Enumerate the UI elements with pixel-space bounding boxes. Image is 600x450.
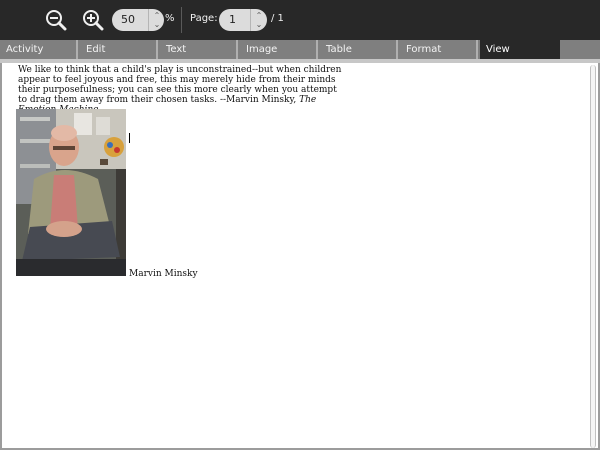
page-total: / 1 — [271, 13, 284, 24]
zoom-unit: % — [165, 13, 175, 24]
spin-down-icon[interactable]: ⌄ — [154, 20, 161, 29]
spin-down-icon[interactable]: ⌄ — [256, 20, 263, 29]
tab-bar: Activity Edit Text Image Table Format Vi… — [0, 40, 600, 59]
spin-up-icon[interactable]: ⌃ — [256, 11, 263, 20]
portrait-photo[interactable] — [16, 109, 126, 276]
zoom-spinner[interactable]: ⌃ ⌄ — [148, 9, 165, 31]
text-cursor — [129, 133, 130, 143]
tab-edit[interactable]: Edit — [80, 40, 158, 59]
page-spinner[interactable]: ⌃ ⌄ — [250, 9, 267, 31]
zoom-value[interactable]: 50 — [121, 13, 135, 26]
vertical-scrollbar[interactable] — [590, 65, 596, 448]
tab-view[interactable]: View — [480, 40, 560, 59]
photo-caption[interactable]: Marvin Minsky — [129, 269, 198, 279]
zoom-field[interactable]: 50 ⌃ ⌄ — [112, 9, 164, 31]
zoom-in-button[interactable] — [81, 8, 105, 32]
spin-up-icon[interactable]: ⌃ — [154, 11, 161, 20]
zoom-in-icon — [83, 10, 104, 31]
page-field[interactable]: 1 ⌃ ⌄ — [219, 9, 267, 31]
page-label: Page: — [190, 13, 218, 24]
quote-text: We like to think that a child's play is … — [18, 65, 342, 105]
zoom-out-button[interactable] — [44, 8, 68, 32]
toolbar-separator — [181, 7, 182, 33]
toolbar: 50 ⌃ ⌄ % Page: 1 ⌃ ⌄ / 1 — [0, 0, 600, 40]
tab-format[interactable]: Format — [400, 40, 478, 59]
tab-activity[interactable]: Activity — [0, 40, 78, 59]
portrait-image — [16, 109, 126, 276]
tab-text[interactable]: Text — [160, 40, 238, 59]
quote-paragraph[interactable]: We like to think that a child's play is … — [18, 65, 348, 115]
tab-image[interactable]: Image — [240, 40, 318, 59]
page-value[interactable]: 1 — [229, 13, 236, 26]
tab-table[interactable]: Table — [320, 40, 398, 59]
zoom-out-icon — [46, 10, 67, 31]
